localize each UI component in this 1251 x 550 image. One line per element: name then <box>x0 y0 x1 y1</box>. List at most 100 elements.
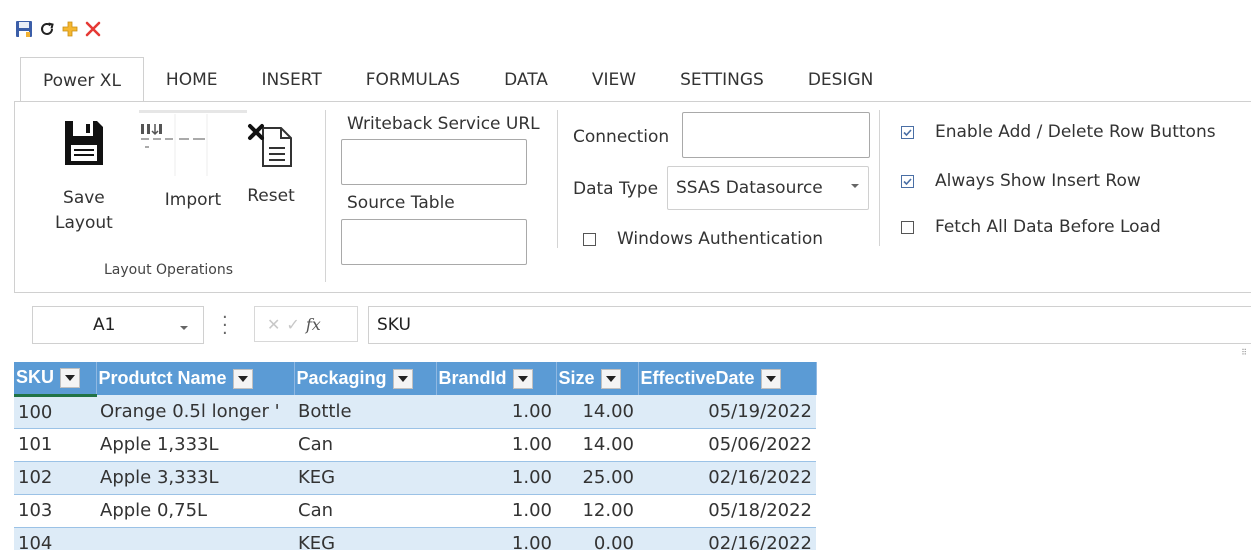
table-row: 104 KEG 1.00 0.00 02/16/2022 <box>14 527 816 550</box>
cell[interactable]: 103 <box>14 494 96 528</box>
cell[interactable]: Can <box>294 428 436 462</box>
column-header-size[interactable]: Size <box>556 362 639 395</box>
column-header-packaging[interactable]: Packaging <box>294 362 437 395</box>
fetch-all-checkbox[interactable]: Fetch All Data Before Load <box>901 217 1161 237</box>
cell[interactable]: 1.00 <box>436 428 556 462</box>
table-row: 100 Orange 0.5l longer ' Bottle 1.00 14.… <box>14 395 816 429</box>
tab-settings[interactable]: SETTINGS <box>658 58 786 102</box>
cell[interactable]: Bottle <box>294 395 436 429</box>
cell[interactable]: 102 <box>14 461 96 495</box>
confirm-icon[interactable]: ✓ <box>286 315 299 334</box>
cell[interactable]: 12.00 <box>556 494 638 528</box>
import-button[interactable]: Import <box>137 106 249 213</box>
floppy-disk-icon <box>64 121 103 165</box>
connection-input[interactable] <box>682 112 870 158</box>
cell[interactable]: 14.00 <box>556 395 638 429</box>
cell-reference: A1 <box>93 315 116 335</box>
header-row: SKU Produtct Name Packaging BrandId Size… <box>14 362 817 397</box>
formula-input[interactable]: SKU <box>368 306 1251 344</box>
source-table-input[interactable] <box>341 219 527 265</box>
formula-buttons: ✕ ✓ fx <box>254 306 358 342</box>
filter-dropdown-icon[interactable] <box>760 368 781 389</box>
cell[interactable]: 1.00 <box>436 527 556 550</box>
filter-dropdown-icon[interactable] <box>392 368 413 389</box>
connection-label: Connection <box>573 127 670 147</box>
save-layout-button[interactable]: Save Layout <box>55 118 113 236</box>
checkbox-checked-icon <box>901 125 914 139</box>
column-header-product-name[interactable]: Produtct Name <box>96 362 295 395</box>
cell[interactable]: Can <box>294 494 436 528</box>
delete-icon[interactable] <box>83 19 103 39</box>
column-header-effective-date[interactable]: EffectiveDate <box>638 362 817 395</box>
cell[interactable]: 100 <box>14 395 96 429</box>
tab-data[interactable]: DATA <box>482 58 570 102</box>
enable-add-delete-checkbox[interactable]: Enable Add / Delete Row Buttons <box>901 122 1216 142</box>
save-icon[interactable] <box>14 19 34 39</box>
header-label: EffectiveDate <box>640 368 755 388</box>
quick-access-toolbar <box>14 18 103 40</box>
group-separator <box>557 110 558 248</box>
data-grid: SKU Produtct Name Packaging BrandId Size… <box>14 362 817 550</box>
cell[interactable]: KEG <box>294 527 436 550</box>
cell[interactable]: 101 <box>14 428 96 462</box>
data-type-label: Data Type <box>573 179 659 199</box>
cell[interactable]: Apple 3,333L <box>96 461 294 495</box>
checkbox-icon <box>583 232 596 246</box>
cell[interactable]: 104 <box>14 527 96 550</box>
filter-dropdown-icon[interactable] <box>60 367 81 388</box>
tab-view[interactable]: VIEW <box>570 58 658 102</box>
source-table-label: Source Table <box>347 193 455 213</box>
ribbon-panel: Save Layout Import Reset Layout Operatio… <box>14 101 1251 293</box>
tab-insert[interactable]: INSERT <box>240 58 344 102</box>
ribbon-tabs: Power XL HOME INSERT FORMULAS DATA VIEW … <box>20 56 1251 103</box>
cell[interactable]: 05/06/2022 <box>638 428 816 462</box>
cell[interactable]: 02/16/2022 <box>638 527 816 550</box>
resize-grip-icon[interactable]: ⠿ <box>1241 348 1247 357</box>
reset-button[interactable]: Reset <box>247 120 295 209</box>
header-label: SKU <box>16 367 55 388</box>
import-label: Import <box>164 190 222 210</box>
tab-home[interactable]: HOME <box>144 58 240 102</box>
cell[interactable]: 25.00 <box>556 461 638 495</box>
windows-auth-checkbox[interactable]: Windows Authentication <box>583 229 823 249</box>
cell[interactable]: Apple 0,75L <box>96 494 294 528</box>
filter-dropdown-icon[interactable] <box>512 368 533 389</box>
table-row: 103 Apple 0,75L Can 1.00 12.00 05/18/202… <box>14 494 816 528</box>
cell[interactable]: 1.00 <box>436 461 556 495</box>
cell[interactable]: 02/16/2022 <box>638 461 816 495</box>
cancel-icon[interactable]: ✕ <box>267 315 280 334</box>
cell[interactable] <box>96 527 294 550</box>
cell[interactable]: 1.00 <box>436 494 556 528</box>
cell[interactable]: 05/18/2022 <box>638 494 816 528</box>
cell[interactable]: Apple 1,333L <box>96 428 294 462</box>
column-header-brandid[interactable]: BrandId <box>436 362 557 395</box>
fetch-all-label: Fetch All Data Before Load <box>935 217 1161 237</box>
cell[interactable]: 14.00 <box>556 428 638 462</box>
filter-dropdown-icon[interactable] <box>600 368 621 389</box>
header-label: Packaging <box>296 368 387 388</box>
tab-formulas[interactable]: FORMULAS <box>344 58 482 102</box>
always-show-insert-checkbox[interactable]: Always Show Insert Row <box>901 171 1141 191</box>
cell[interactable]: 1.00 <box>436 395 556 429</box>
data-type-select[interactable]: SSAS Datasource <box>667 166 869 210</box>
writeback-url-input[interactable] <box>341 139 527 185</box>
table-row: 102 Apple 3,333L KEG 1.00 25.00 02/16/20… <box>14 461 816 495</box>
layout-operations-caption: Layout Operations <box>104 262 234 278</box>
tab-design[interactable]: DESIGN <box>786 58 896 102</box>
refresh-icon[interactable] <box>37 19 57 39</box>
insert-function-icon[interactable]: fx <box>306 315 321 334</box>
cell[interactable]: Orange 0.5l longer ' <box>96 395 294 429</box>
save-label-line2: Layout <box>55 213 113 233</box>
filter-dropdown-icon[interactable] <box>232 368 253 389</box>
vertical-dots-icon[interactable]: · · · <box>222 309 228 343</box>
checkbox-icon <box>901 220 914 234</box>
tab-power-xl[interactable]: Power XL <box>20 57 144 103</box>
name-box[interactable]: A1 <box>32 306 204 344</box>
cell[interactable]: 05/19/2022 <box>638 395 816 429</box>
cell[interactable]: KEG <box>294 461 436 495</box>
cell[interactable]: 0.00 <box>556 527 638 550</box>
add-icon[interactable] <box>60 19 80 39</box>
column-header-sku[interactable]: SKU <box>14 362 97 397</box>
chevron-down-icon <box>851 184 859 188</box>
import-preview-icon <box>137 106 249 178</box>
